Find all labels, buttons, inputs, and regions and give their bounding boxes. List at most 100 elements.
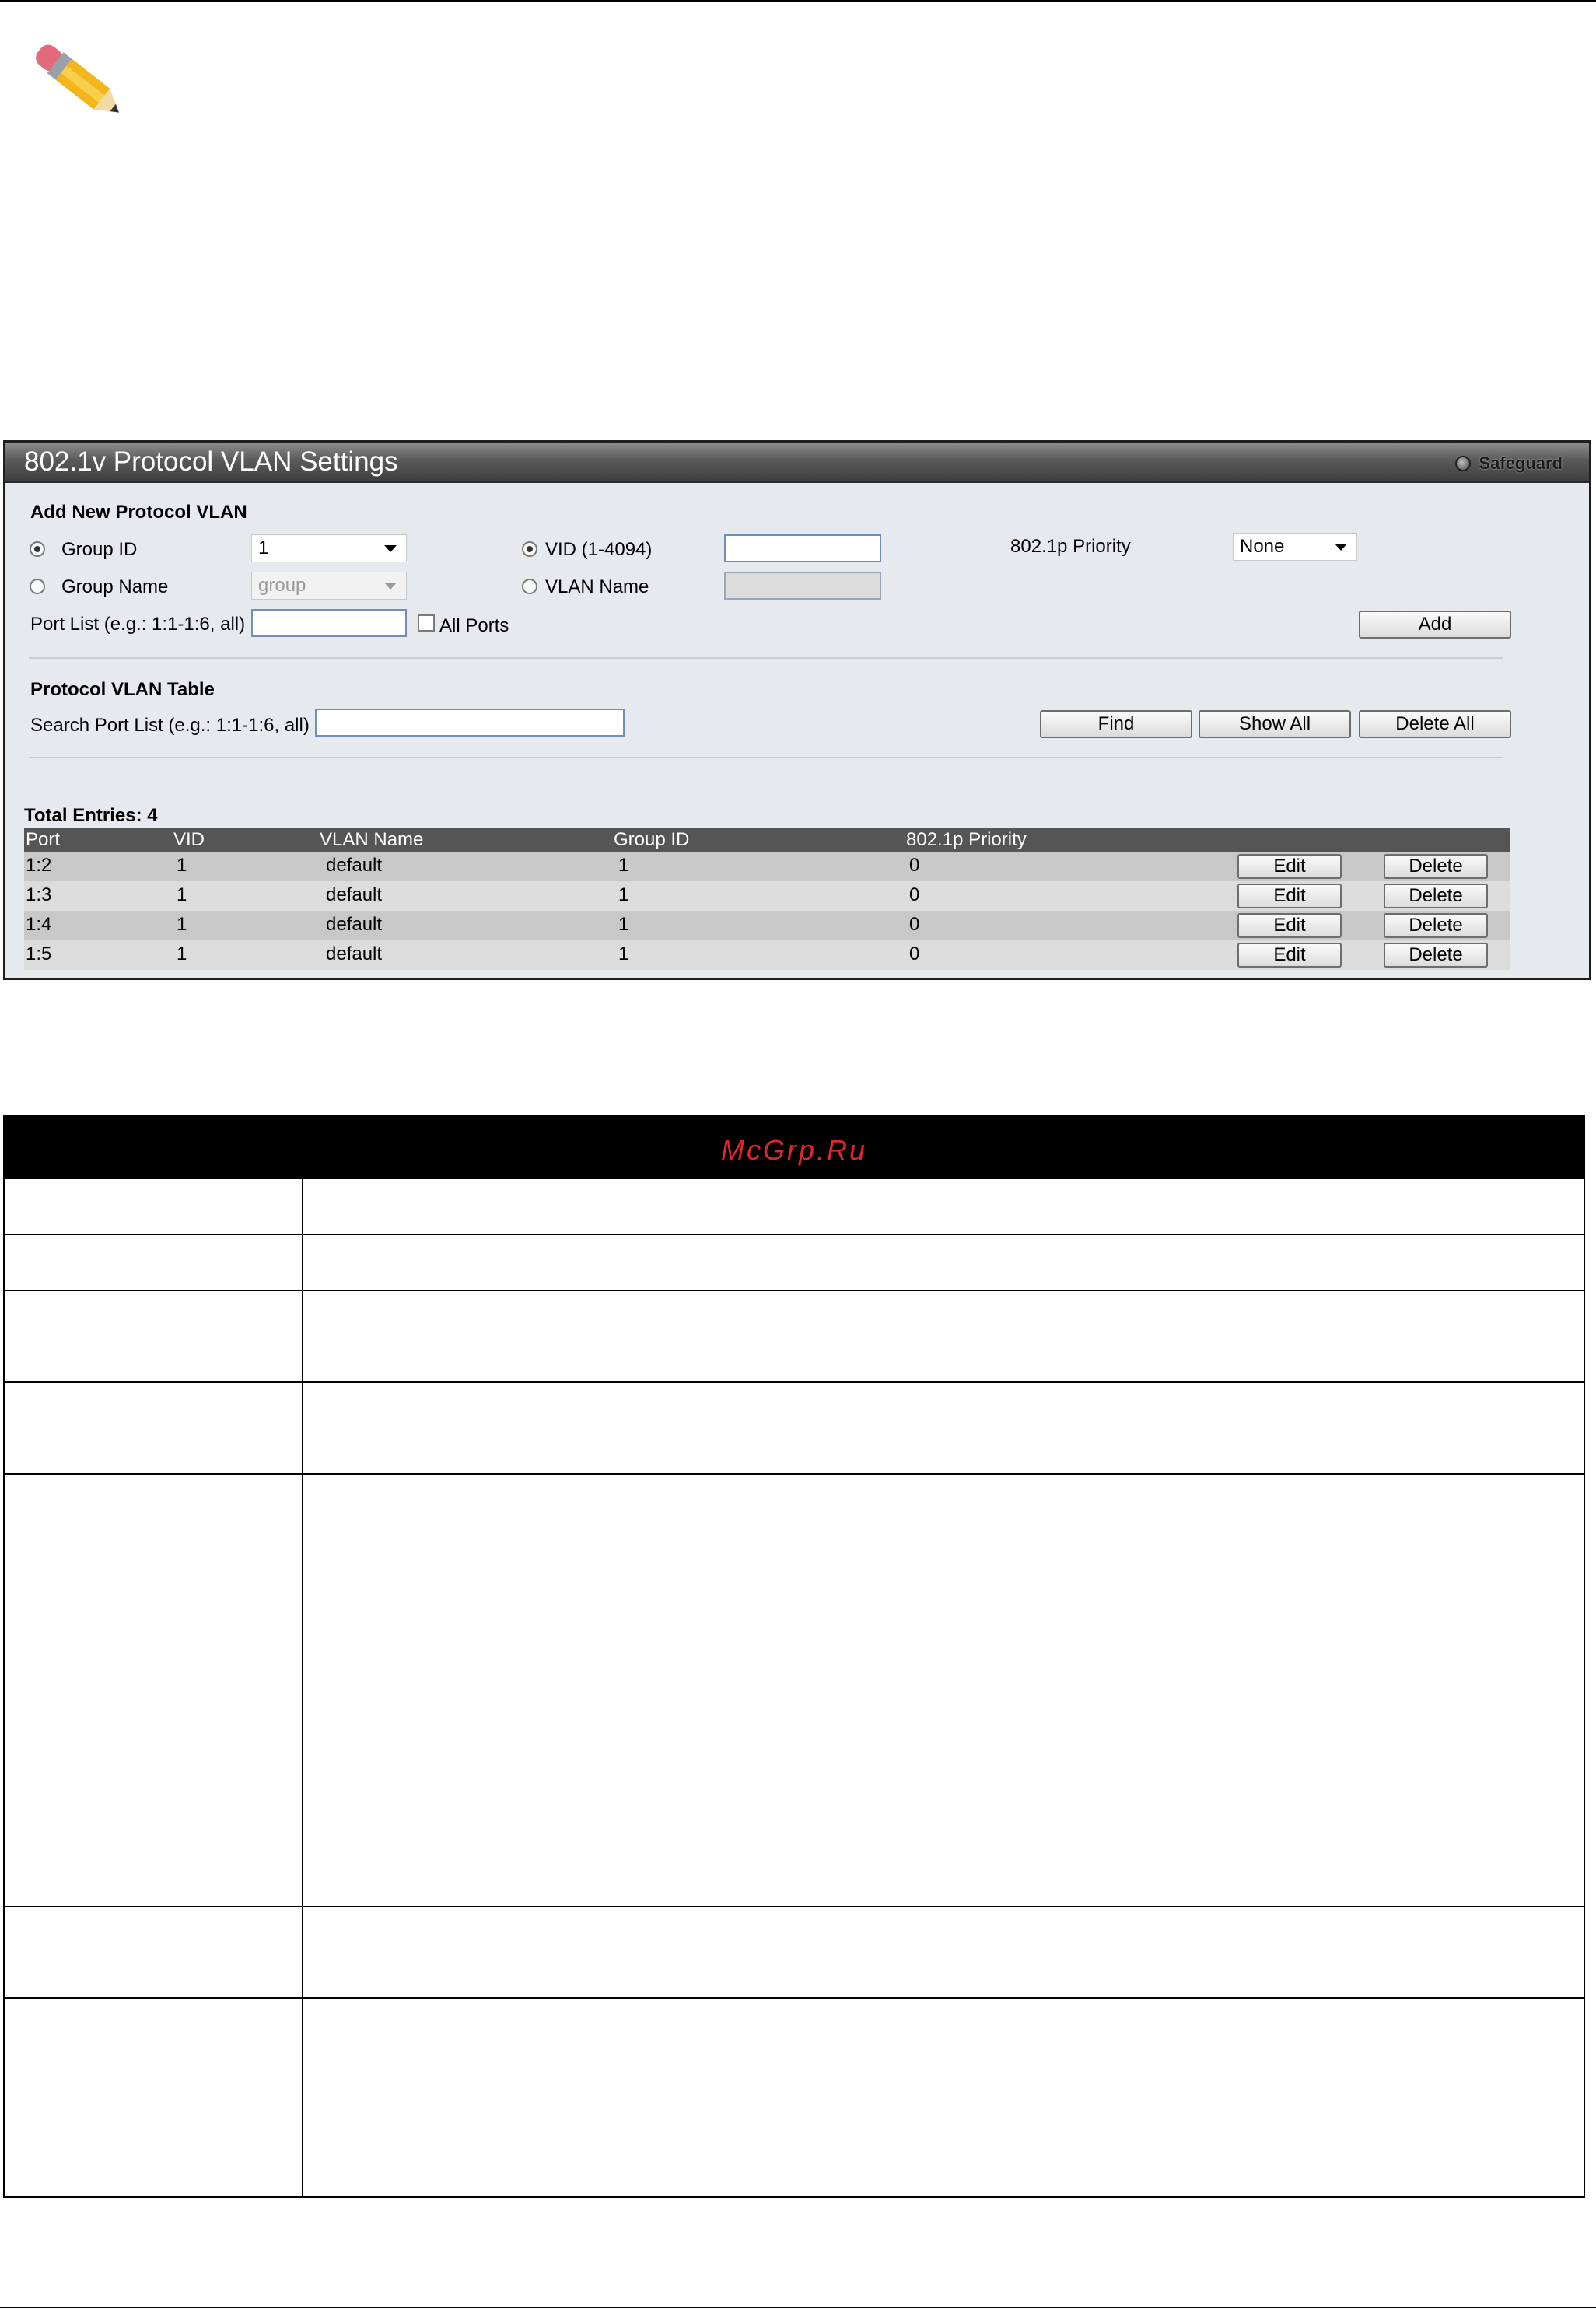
- watermark: McGrp.Ru: [720, 1134, 868, 1166]
- cell-priority: 0: [909, 914, 920, 935]
- doc-table-row: [3, 1475, 1585, 1907]
- table-header: Port VID VLAN Name Group ID 802.1p Prior…: [24, 828, 1510, 852]
- cell-vlan-name: default: [326, 884, 383, 905]
- port-list-label: Port List (e.g.: 1:1-1:6, all): [30, 614, 246, 635]
- table-row: 1:4 1 default 1 0 Edit Delete: [24, 911, 1510, 940]
- doc-table-row: [3, 1291, 1585, 1383]
- cell-vid: 1: [177, 943, 187, 964]
- doc-table-row: [3, 1383, 1585, 1475]
- protocol-vlan-panel: 802.1v Protocol VLAN Settings Safeguard …: [3, 440, 1591, 980]
- vid-label: VID (1-4094): [545, 539, 653, 560]
- cell-priority: 0: [909, 943, 920, 964]
- doc-table-row: [3, 1999, 1585, 2198]
- group-id-select[interactable]: 1: [251, 534, 407, 562]
- cell-vid: 1: [177, 884, 187, 905]
- group-name-radio[interactable]: [30, 579, 45, 594]
- delete-all-button[interactable]: Delete All: [1359, 710, 1511, 738]
- panel-title: 802.1v Protocol VLAN Settings: [24, 446, 398, 477]
- delete-button[interactable]: Delete: [1384, 884, 1488, 908]
- protocol-vlan-table: Port VID VLAN Name Group ID 802.1p Prior…: [24, 828, 1510, 970]
- col-group-id: Group ID: [614, 829, 690, 850]
- col-vid: VID: [173, 829, 205, 850]
- total-entries: Total Entries: 4: [24, 805, 158, 826]
- cell-vlan-name: default: [326, 943, 383, 964]
- panel-titlebar: 802.1v Protocol VLAN Settings Safeguard: [5, 443, 1589, 483]
- top-rule: [0, 0, 1596, 2]
- cell-priority: 0: [909, 855, 920, 876]
- cell-vid: 1: [177, 855, 187, 876]
- vlan-name-input[interactable]: [724, 572, 881, 600]
- col-vlan-name: VLAN Name: [320, 829, 424, 850]
- vlan-name-radio[interactable]: [522, 579, 537, 594]
- group-name-select[interactable]: group: [251, 572, 407, 600]
- vlan-name-label: VLAN Name: [545, 576, 649, 597]
- cell-group-id: 1: [618, 855, 629, 876]
- group-id-label: Group ID: [61, 539, 138, 560]
- safeguard-label: Safeguard: [1479, 453, 1563, 473]
- chevron-down-icon: [384, 583, 397, 590]
- edit-button[interactable]: Edit: [1237, 943, 1342, 968]
- group-name-label: Group Name: [61, 576, 169, 597]
- add-section-heading: Add New Protocol VLAN: [30, 502, 247, 523]
- column-divider: [302, 1291, 303, 1381]
- vid-radio[interactable]: [522, 541, 537, 557]
- cell-port: 1:2: [26, 855, 52, 876]
- priority-select[interactable]: None: [1233, 533, 1357, 561]
- table-row: 1:2 1 default 1 0 Edit Delete: [24, 852, 1510, 881]
- cell-port: 1:4: [26, 914, 52, 935]
- column-divider: [302, 1383, 303, 1473]
- group-name-value: group: [258, 575, 306, 596]
- priority-value: None: [1240, 536, 1285, 557]
- priority-label: 802.1p Priority: [1010, 536, 1131, 557]
- col-priority: 802.1p Priority: [906, 829, 1027, 850]
- search-port-input[interactable]: [315, 709, 625, 737]
- vid-input[interactable]: [724, 534, 881, 562]
- delete-button[interactable]: Delete: [1384, 913, 1488, 938]
- group-id-value: 1: [258, 537, 269, 558]
- section-divider: [29, 657, 1503, 659]
- group-id-radio[interactable]: [30, 541, 45, 557]
- edit-button[interactable]: Edit: [1237, 913, 1342, 938]
- cell-vlan-name: default: [326, 855, 383, 876]
- all-ports-label: All Ports: [439, 615, 509, 636]
- column-divider: [302, 1907, 303, 1997]
- table-row: 1:5 1 default 1 0 Edit Delete: [24, 940, 1510, 970]
- pencil-note-icon: [36, 44, 119, 113]
- column-divider: [302, 1999, 303, 2196]
- col-port: Port: [26, 829, 61, 850]
- chevron-down-icon: [384, 545, 397, 552]
- delete-button[interactable]: Delete: [1384, 943, 1488, 968]
- cell-priority: 0: [909, 884, 920, 905]
- cell-port: 1:5: [26, 943, 52, 964]
- delete-button[interactable]: Delete: [1384, 854, 1488, 879]
- chevron-down-icon: [1335, 544, 1347, 551]
- search-port-label: Search Port List (e.g.: 1:1-1:6, all): [30, 715, 310, 736]
- table-section-heading: Protocol VLAN Table: [30, 679, 215, 700]
- port-list-input[interactable]: [251, 609, 407, 637]
- column-divider: [302, 1235, 303, 1290]
- bottom-rule: [0, 2307, 1596, 2308]
- column-divider: [302, 1475, 303, 1906]
- find-button[interactable]: Find: [1040, 710, 1192, 738]
- table-row: 1:3 1 default 1 0 Edit Delete: [24, 881, 1510, 911]
- show-all-button[interactable]: Show All: [1199, 710, 1351, 738]
- edit-button[interactable]: Edit: [1237, 854, 1342, 879]
- doc-table-header: McGrp.Ru: [3, 1115, 1585, 1179]
- add-button[interactable]: Add: [1359, 611, 1511, 639]
- cell-port: 1:3: [26, 884, 52, 905]
- all-ports-checkbox[interactable]: [418, 614, 435, 632]
- section-divider: [29, 757, 1503, 758]
- doc-table-row: [3, 1235, 1585, 1291]
- edit-button[interactable]: Edit: [1237, 884, 1342, 908]
- cell-vid: 1: [177, 914, 187, 935]
- cell-group-id: 1: [618, 884, 629, 905]
- column-divider: [302, 1179, 303, 1234]
- cell-group-id: 1: [618, 943, 629, 964]
- safeguard-icon: [1455, 456, 1472, 471]
- cell-group-id: 1: [618, 914, 629, 935]
- cell-vlan-name: default: [326, 914, 383, 935]
- parameter-description-table: McGrp.Ru: [3, 1115, 1585, 2198]
- safeguard-indicator[interactable]: Safeguard: [1455, 453, 1563, 474]
- doc-table-row: [3, 1179, 1585, 1235]
- doc-table-row: [3, 1907, 1585, 1999]
